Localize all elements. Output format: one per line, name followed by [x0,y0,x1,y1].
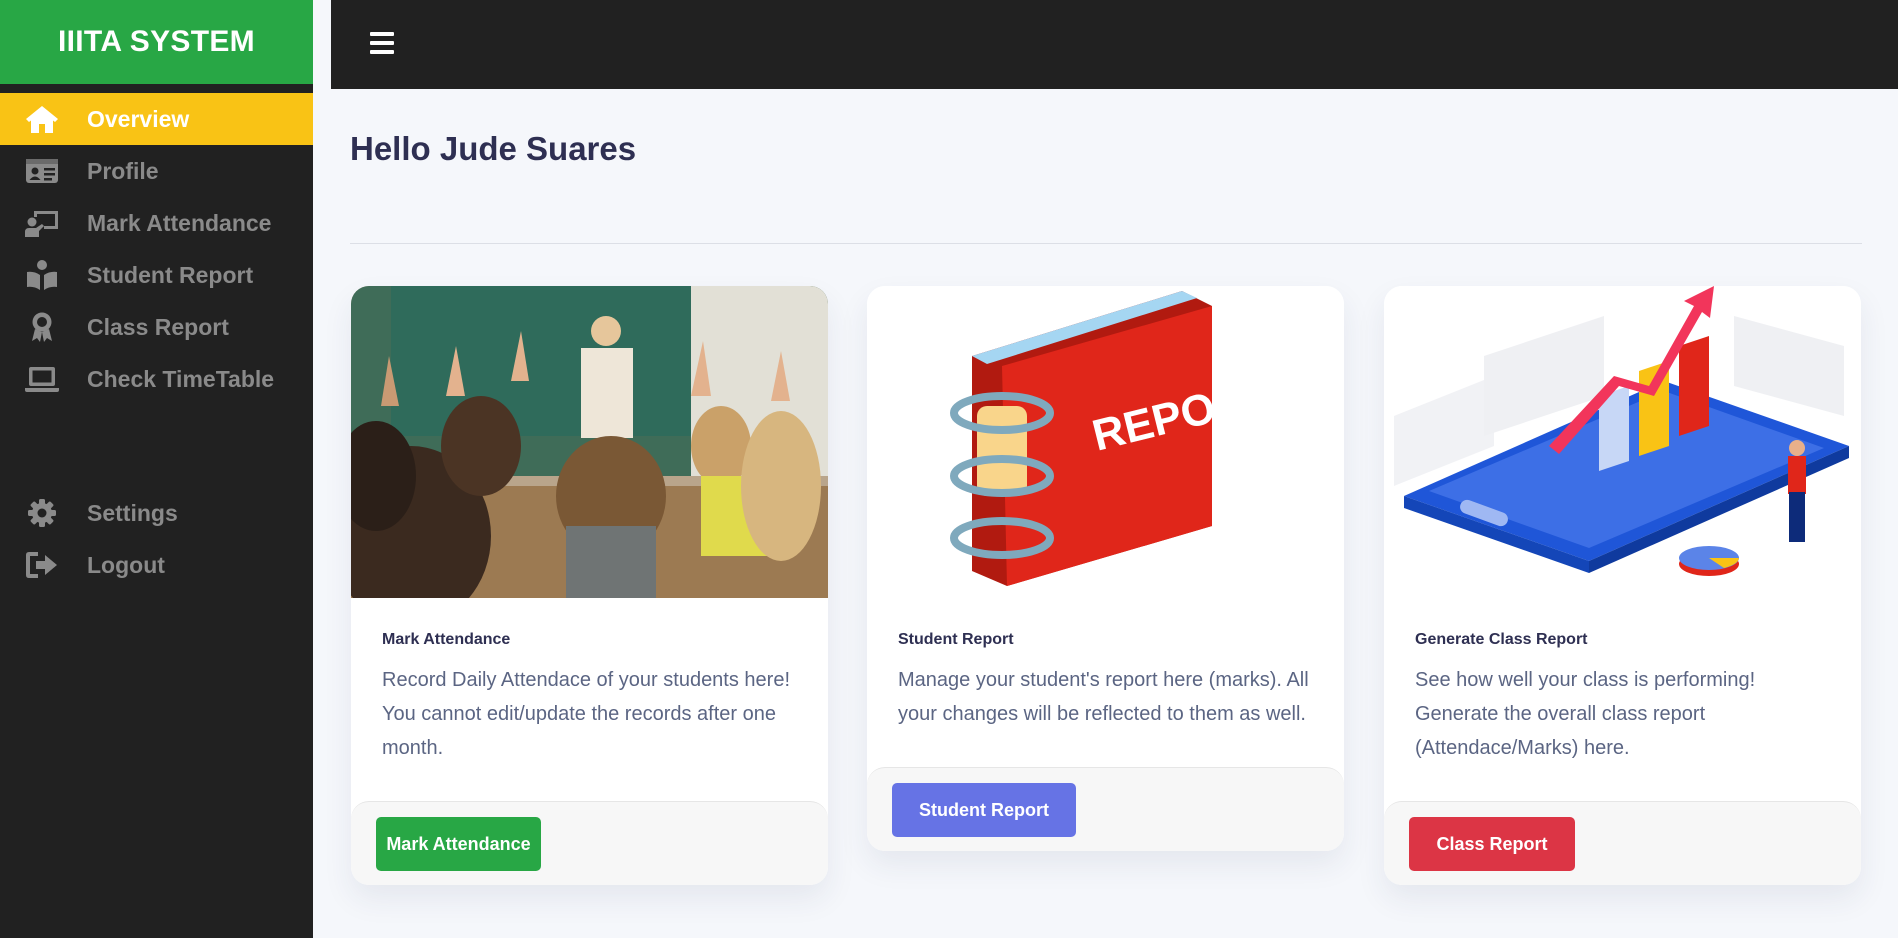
sidebar-item-settings[interactable]: Settings [0,487,313,539]
hamburger-icon[interactable] [370,32,394,54]
sign-out-icon [22,547,62,583]
card-text: Manage your student's report here (marks… [898,669,1309,725]
card-footer: Class Report [1384,801,1861,885]
sidebar-item-label: Overview [87,105,190,132]
sidebar-nav: Overview Profile Mark Attendance Student… [0,93,313,591]
sidebar-item-label: Class Report [87,313,229,340]
sidebar-item-profile[interactable]: Profile [0,145,313,197]
gear-icon [22,495,62,531]
sidebar-item-logout[interactable]: Logout [0,539,313,591]
sidebar: IIITA SYSTEM Overview Profile Mark Atten… [0,0,313,938]
card-title: Mark Attendance [382,631,511,648]
card-footer: Mark Attendance [351,801,828,885]
award-icon [22,309,62,345]
report-book-illustration: REPORT [867,286,1344,598]
card-mark-attendance: Mark Attendance Record Daily Attendace o… [351,286,828,885]
sidebar-item-class-report[interactable]: Class Report [0,301,313,353]
sidebar-item-label: Logout [87,551,165,578]
card-text: See how well your class is performing! G… [1415,669,1756,759]
sidebar-item-overview[interactable]: Overview [0,93,313,145]
sidebar-item-label: Mark Attendance [87,209,272,236]
id-card-icon [22,153,62,189]
class-report-button[interactable]: Class Report [1409,817,1575,871]
card-student-report: REPORT Student Report Manage your studen… [867,286,1344,851]
sidebar-item-label: Student Report [87,261,254,288]
home-icon [22,101,62,137]
sidebar-item-mark-attendance[interactable]: Mark Attendance [0,197,313,249]
sidebar-item-label: Settings [87,499,178,526]
sidebar-item-label: Check TimeTable [87,365,275,392]
card-generate-class-report: Generate Class Report See how well your … [1384,286,1861,885]
student-report-button[interactable]: Student Report [892,783,1076,837]
classroom-photo [351,286,828,598]
book-reader-icon [22,257,62,293]
sidebar-item-label: Profile [87,157,159,184]
divider [350,243,1862,244]
sidebar-item-check-timetable[interactable]: Check TimeTable [0,353,313,405]
mark-attendance-button[interactable]: Mark Attendance [376,817,541,871]
laptop-icon [22,361,62,397]
card-footer: Student Report [867,767,1344,851]
top-navbar [331,0,1898,89]
card-title: Generate Class Report [1415,631,1588,648]
card-title: Student Report [898,631,1014,648]
brand-logo-text[interactable]: IIITA SYSTEM [0,0,313,84]
chalkboard-teacher-icon [22,205,62,241]
page-title: Hello Jude Suares [350,130,637,167]
card-text: Record Daily Attendace of your students … [382,669,791,759]
sidebar-item-student-report[interactable]: Student Report [0,249,313,301]
analytics-illustration [1384,286,1861,598]
